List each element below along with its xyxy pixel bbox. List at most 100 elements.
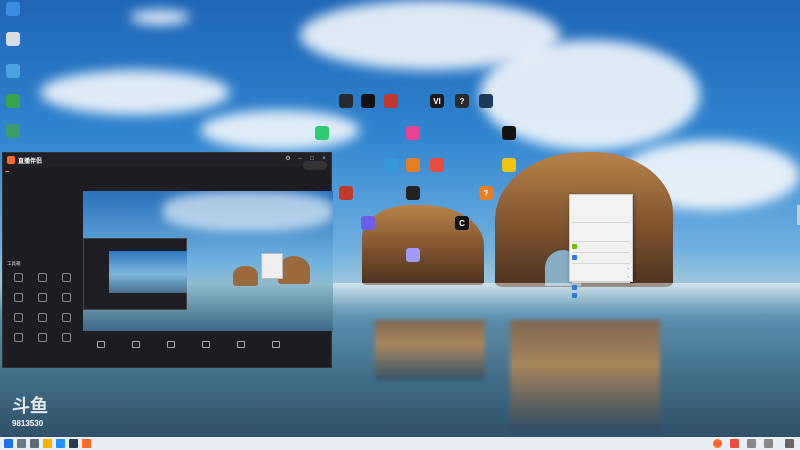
streaming-app-taskbar-icon[interactable] — [82, 439, 91, 448]
bottom-action-button[interactable] — [96, 341, 105, 349]
chevron-right-icon: › — [627, 274, 629, 279]
desktop-icon[interactable] — [378, 158, 404, 173]
desktop-icon[interactable] — [0, 2, 26, 17]
minimize-icon[interactable]: – — [297, 156, 303, 162]
action-icon — [236, 341, 245, 348]
app-logo-icon — [7, 156, 15, 164]
app-icon — [406, 248, 420, 262]
context-menu-item — [570, 232, 632, 240]
toolbox-item[interactable] — [55, 333, 77, 343]
toolbox-item[interactable] — [31, 273, 53, 283]
toolbox-item[interactable] — [7, 293, 29, 303]
room-number: 9813530 — [12, 419, 44, 428]
context-menu-item[interactable]: › — [570, 273, 632, 281]
tray-app-icon[interactable] — [713, 439, 722, 448]
app-icon — [6, 2, 20, 16]
rock-reflection — [375, 320, 485, 380]
tab-2[interactable] — [25, 169, 29, 172]
pinned-app-icon[interactable] — [56, 439, 65, 448]
desktop-icon[interactable] — [333, 186, 359, 201]
menu-item-icon — [572, 255, 577, 260]
app-icon — [479, 94, 493, 108]
context-menu-item[interactable] — [570, 213, 632, 221]
context-menu-item[interactable] — [570, 254, 632, 262]
desktop-icon[interactable] — [355, 216, 381, 231]
desktop-icon[interactable]: C — [449, 216, 475, 231]
toolbox-item[interactable] — [7, 333, 29, 343]
search-icon[interactable] — [17, 439, 26, 448]
bottom-action-button[interactable] — [271, 341, 280, 349]
app-icon — [361, 216, 375, 230]
app-title: 直播伴侣 — [18, 158, 43, 165]
cloud — [200, 110, 360, 150]
context-menu-item[interactable] — [570, 292, 632, 300]
bottom-action-button[interactable] — [166, 341, 175, 349]
tab-0[interactable] — [5, 169, 9, 172]
desktop-icon[interactable] — [496, 126, 522, 141]
tab-1[interactable] — [15, 169, 19, 172]
go-live-button[interactable] — [303, 161, 327, 170]
desktop-icon[interactable] — [378, 94, 404, 109]
desktop-icon[interactable]: VI — [424, 94, 450, 109]
tool-icon — [37, 313, 47, 322]
desktop-icon[interactable] — [0, 124, 26, 139]
file-explorer-icon[interactable] — [43, 439, 52, 448]
desktop-icon[interactable] — [424, 158, 450, 173]
menu-separator — [572, 222, 630, 223]
preview-clouds — [163, 191, 333, 231]
app-icon — [430, 158, 444, 172]
app-icon: ? — [479, 186, 493, 200]
app-icon — [502, 126, 516, 140]
toolbox-item[interactable] — [55, 313, 77, 323]
tool-icon — [13, 293, 23, 302]
action-icon — [131, 341, 140, 348]
toolbox-item[interactable] — [31, 313, 53, 323]
pinned-app-icon[interactable] — [69, 439, 78, 448]
toolbox-item[interactable] — [7, 273, 29, 283]
tab-3[interactable] — [35, 169, 39, 172]
tool-icon — [61, 313, 71, 322]
menu-item-icon — [572, 244, 577, 249]
action-icon — [166, 341, 175, 348]
context-menu-item[interactable] — [570, 243, 632, 251]
desktop-icon[interactable] — [400, 186, 426, 201]
stream-preview[interactable] — [83, 191, 333, 331]
recycle-bin-icon[interactable] — [0, 32, 26, 47]
app-icon — [315, 126, 329, 140]
system-tray — [709, 437, 794, 450]
settings-icon[interactable]: ⚙ — [285, 156, 291, 162]
rock-reflection — [510, 320, 660, 430]
volume-icon[interactable] — [764, 439, 773, 448]
action-icon — [271, 341, 280, 348]
desktop-icon[interactable] — [309, 126, 335, 141]
bottom-action-button[interactable] — [236, 341, 245, 349]
toolbox-item[interactable] — [31, 333, 53, 343]
menu-separator — [572, 263, 630, 264]
desktop-icon[interactable]: ? — [473, 186, 499, 201]
toolbox-item[interactable] — [55, 273, 77, 283]
toolbox-item[interactable] — [55, 293, 77, 303]
windows-start-icon[interactable] — [4, 439, 13, 448]
desktop-icon[interactable] — [0, 64, 26, 79]
toolbox-item[interactable] — [7, 313, 29, 323]
desktop-icon[interactable] — [0, 94, 26, 109]
context-menu-item[interactable] — [570, 284, 632, 292]
desktop-icon[interactable] — [400, 126, 426, 141]
desktop-icon[interactable]: ? — [449, 94, 475, 109]
context-menu-item[interactable] — [570, 197, 632, 205]
desktop-icon[interactable] — [400, 248, 426, 263]
tool-icon — [61, 293, 71, 302]
context-menu-item[interactable]: › — [570, 265, 632, 273]
tray-app-icon[interactable] — [730, 439, 739, 448]
network-icon[interactable] — [747, 439, 756, 448]
menu-item-icon — [572, 285, 577, 290]
notification-icon[interactable] — [785, 439, 794, 448]
toolbox-item[interactable] — [31, 293, 53, 303]
task-view-icon[interactable] — [30, 439, 39, 448]
desktop-icon[interactable] — [496, 158, 522, 173]
bottom-action-button[interactable] — [131, 341, 140, 349]
app-titlebar: 直播伴侣 ⚙ – □ × — [3, 153, 331, 167]
desktop-icon[interactable] — [473, 94, 499, 109]
context-menu-item[interactable] — [570, 205, 632, 213]
bottom-action-button[interactable] — [201, 341, 210, 349]
